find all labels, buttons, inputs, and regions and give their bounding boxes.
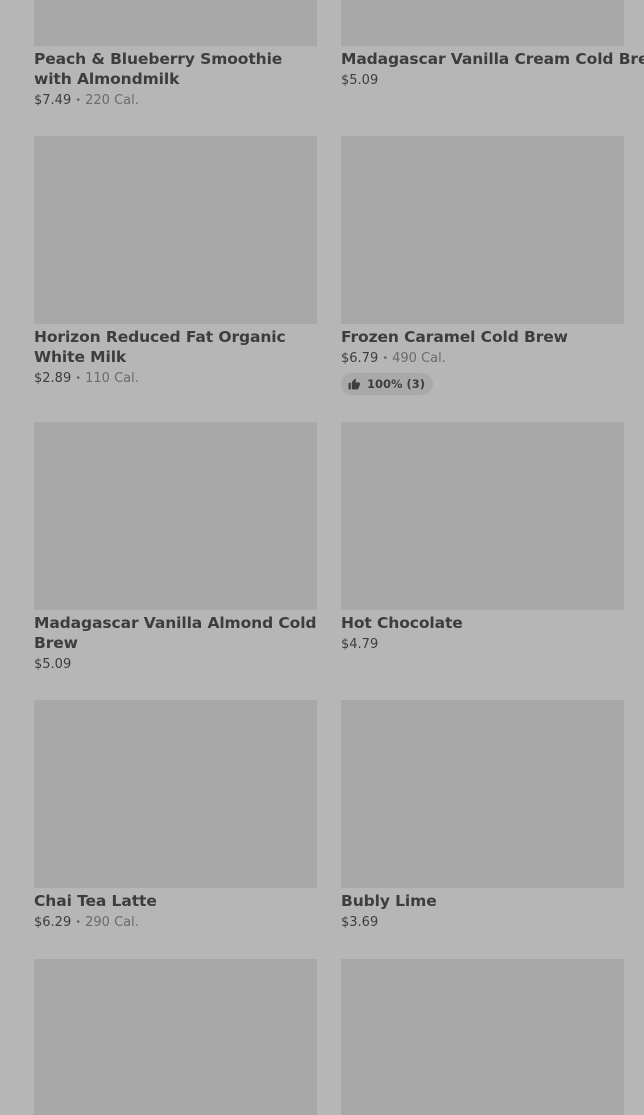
rating-badge: 100% (3)	[341, 373, 434, 395]
item-price: $6.29	[34, 915, 72, 930]
item-meta: $4.79	[341, 636, 631, 654]
item-name[interactable]: Bubly Lime	[341, 891, 631, 911]
item-price: $2.89	[34, 371, 72, 386]
separator-dot: •	[75, 95, 82, 106]
thumbs-up-icon	[348, 378, 360, 390]
item-meta: $2.89 • 110 Cal.	[34, 370, 324, 388]
item-image[interactable]	[34, 422, 317, 610]
item-image[interactable]	[341, 700, 624, 888]
item-name[interactable]: Chai Tea Latte	[34, 891, 324, 911]
item-meta: $6.29 • 290 Cal.	[34, 914, 324, 932]
item-name[interactable]: Peach & Blueberry Smoothie with Almondmi…	[34, 49, 324, 89]
item-name[interactable]: Madagascar Vanilla Almond Cold Brew	[34, 613, 324, 653]
item-name[interactable]: Horizon Reduced Fat Organic White Milk	[34, 327, 324, 367]
item-name[interactable]: Madagascar Vanilla Cream Cold Brew	[341, 49, 644, 69]
item-image[interactable]	[341, 0, 624, 46]
item-calories: 110 Cal.	[85, 371, 139, 386]
item-price: $5.09	[341, 73, 379, 88]
item-meta: $5.09	[341, 72, 631, 90]
item-meta: $7.49 • 220 Cal.	[34, 92, 324, 110]
item-calories: 290 Cal.	[85, 915, 139, 930]
item-meta: $6.79 • 490 Cal.	[341, 350, 631, 368]
item-image[interactable]	[341, 136, 624, 324]
item-price: $6.79	[341, 351, 379, 366]
rating-text: 100% (3)	[367, 377, 426, 391]
separator-dot: •	[75, 373, 82, 384]
menu-item-card[interactable]	[34, 959, 317, 1115]
item-meta: $3.69	[341, 914, 631, 932]
item-price: $5.09	[34, 657, 72, 672]
item-price: $7.49	[34, 93, 72, 108]
item-image[interactable]	[341, 959, 624, 1115]
item-price: $3.69	[341, 915, 379, 930]
item-calories: 490 Cal.	[392, 351, 446, 366]
item-name[interactable]: Frozen Caramel Cold Brew	[341, 327, 631, 347]
separator-dot: •	[75, 917, 82, 928]
item-calories: 220 Cal.	[85, 93, 139, 108]
item-image[interactable]	[34, 700, 317, 888]
item-meta: $5.09	[34, 656, 324, 674]
item-image[interactable]	[34, 136, 317, 324]
item-image[interactable]	[34, 0, 317, 46]
item-price: $4.79	[341, 637, 379, 652]
item-image[interactable]	[34, 959, 317, 1115]
separator-dot: •	[382, 353, 389, 364]
menu-item-card[interactable]	[341, 959, 624, 1115]
item-name[interactable]: Hot Chocolate	[341, 613, 631, 633]
item-image[interactable]	[341, 422, 624, 610]
